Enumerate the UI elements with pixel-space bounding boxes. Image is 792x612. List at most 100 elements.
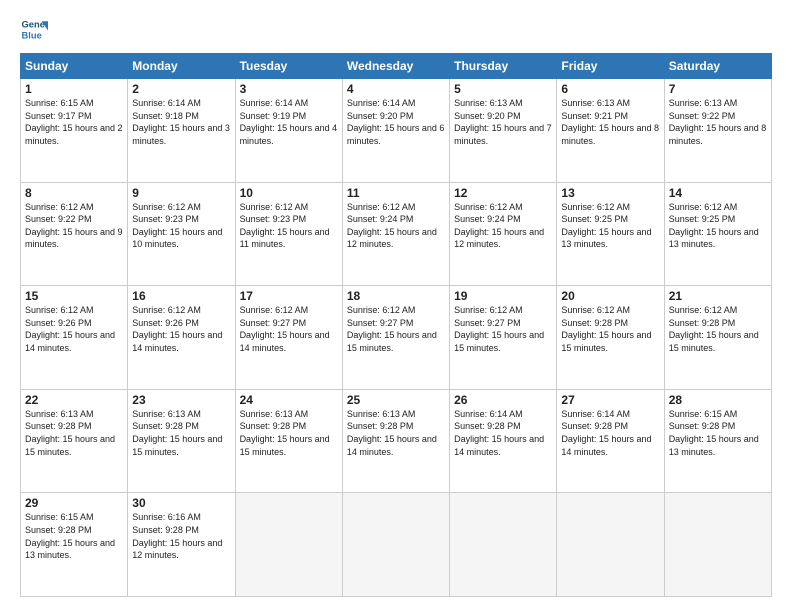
column-header-saturday: Saturday	[664, 54, 771, 79]
calendar-header-row: SundayMondayTuesdayWednesdayThursdayFrid…	[21, 54, 772, 79]
header: General Blue	[20, 15, 772, 43]
calendar-cell	[342, 493, 449, 597]
day-info: Sunrise: 6:15 AMSunset: 9:28 PMDaylight:…	[25, 511, 123, 561]
day-info: Sunrise: 6:12 AMSunset: 9:27 PMDaylight:…	[240, 304, 338, 354]
day-info: Sunrise: 6:14 AMSunset: 9:20 PMDaylight:…	[347, 97, 445, 147]
calendar-cell: 25Sunrise: 6:13 AMSunset: 9:28 PMDayligh…	[342, 389, 449, 493]
day-info: Sunrise: 6:12 AMSunset: 9:22 PMDaylight:…	[25, 201, 123, 251]
day-number: 22	[25, 393, 123, 407]
day-info: Sunrise: 6:12 AMSunset: 9:24 PMDaylight:…	[454, 201, 552, 251]
column-header-tuesday: Tuesday	[235, 54, 342, 79]
day-info: Sunrise: 6:14 AMSunset: 9:18 PMDaylight:…	[132, 97, 230, 147]
column-header-friday: Friday	[557, 54, 664, 79]
calendar-table: SundayMondayTuesdayWednesdayThursdayFrid…	[20, 53, 772, 597]
day-number: 10	[240, 186, 338, 200]
day-info: Sunrise: 6:14 AMSunset: 9:28 PMDaylight:…	[454, 408, 552, 458]
day-number: 1	[25, 82, 123, 96]
day-info: Sunrise: 6:13 AMSunset: 9:21 PMDaylight:…	[561, 97, 659, 147]
column-header-sunday: Sunday	[21, 54, 128, 79]
day-info: Sunrise: 6:15 AMSunset: 9:17 PMDaylight:…	[25, 97, 123, 147]
day-number: 27	[561, 393, 659, 407]
day-number: 24	[240, 393, 338, 407]
calendar-cell: 18Sunrise: 6:12 AMSunset: 9:27 PMDayligh…	[342, 286, 449, 390]
calendar-cell: 29Sunrise: 6:15 AMSunset: 9:28 PMDayligh…	[21, 493, 128, 597]
day-number: 12	[454, 186, 552, 200]
calendar-cell: 2Sunrise: 6:14 AMSunset: 9:18 PMDaylight…	[128, 79, 235, 183]
day-info: Sunrise: 6:12 AMSunset: 9:23 PMDaylight:…	[132, 201, 230, 251]
day-info: Sunrise: 6:13 AMSunset: 9:22 PMDaylight:…	[669, 97, 767, 147]
calendar-cell	[664, 493, 771, 597]
day-info: Sunrise: 6:14 AMSunset: 9:28 PMDaylight:…	[561, 408, 659, 458]
day-number: 8	[25, 186, 123, 200]
day-number: 21	[669, 289, 767, 303]
day-info: Sunrise: 6:15 AMSunset: 9:28 PMDaylight:…	[669, 408, 767, 458]
day-number: 3	[240, 82, 338, 96]
calendar-cell: 13Sunrise: 6:12 AMSunset: 9:25 PMDayligh…	[557, 182, 664, 286]
column-header-monday: Monday	[128, 54, 235, 79]
week-row-2: 8Sunrise: 6:12 AMSunset: 9:22 PMDaylight…	[21, 182, 772, 286]
calendar-body: 1Sunrise: 6:15 AMSunset: 9:17 PMDaylight…	[21, 79, 772, 597]
calendar-cell: 3Sunrise: 6:14 AMSunset: 9:19 PMDaylight…	[235, 79, 342, 183]
week-row-1: 1Sunrise: 6:15 AMSunset: 9:17 PMDaylight…	[21, 79, 772, 183]
day-number: 6	[561, 82, 659, 96]
calendar-cell: 12Sunrise: 6:12 AMSunset: 9:24 PMDayligh…	[450, 182, 557, 286]
week-row-3: 15Sunrise: 6:12 AMSunset: 9:26 PMDayligh…	[21, 286, 772, 390]
calendar-cell: 8Sunrise: 6:12 AMSunset: 9:22 PMDaylight…	[21, 182, 128, 286]
day-info: Sunrise: 6:13 AMSunset: 9:28 PMDaylight:…	[25, 408, 123, 458]
day-info: Sunrise: 6:12 AMSunset: 9:24 PMDaylight:…	[347, 201, 445, 251]
logo-icon: General Blue	[20, 15, 48, 43]
day-info: Sunrise: 6:12 AMSunset: 9:26 PMDaylight:…	[25, 304, 123, 354]
calendar-page: General Blue SundayMondayTuesdayWednesda…	[0, 0, 792, 612]
calendar-cell: 6Sunrise: 6:13 AMSunset: 9:21 PMDaylight…	[557, 79, 664, 183]
calendar-cell: 11Sunrise: 6:12 AMSunset: 9:24 PMDayligh…	[342, 182, 449, 286]
day-info: Sunrise: 6:12 AMSunset: 9:25 PMDaylight:…	[669, 201, 767, 251]
day-info: Sunrise: 6:12 AMSunset: 9:27 PMDaylight:…	[347, 304, 445, 354]
day-number: 5	[454, 82, 552, 96]
day-number: 13	[561, 186, 659, 200]
column-header-wednesday: Wednesday	[342, 54, 449, 79]
calendar-cell: 4Sunrise: 6:14 AMSunset: 9:20 PMDaylight…	[342, 79, 449, 183]
day-info: Sunrise: 6:12 AMSunset: 9:25 PMDaylight:…	[561, 201, 659, 251]
week-row-4: 22Sunrise: 6:13 AMSunset: 9:28 PMDayligh…	[21, 389, 772, 493]
calendar-cell: 27Sunrise: 6:14 AMSunset: 9:28 PMDayligh…	[557, 389, 664, 493]
calendar-cell: 19Sunrise: 6:12 AMSunset: 9:27 PMDayligh…	[450, 286, 557, 390]
calendar-cell: 7Sunrise: 6:13 AMSunset: 9:22 PMDaylight…	[664, 79, 771, 183]
day-number: 15	[25, 289, 123, 303]
day-info: Sunrise: 6:16 AMSunset: 9:28 PMDaylight:…	[132, 511, 230, 561]
calendar-cell: 17Sunrise: 6:12 AMSunset: 9:27 PMDayligh…	[235, 286, 342, 390]
day-number: 4	[347, 82, 445, 96]
logo: General Blue	[20, 15, 48, 43]
calendar-cell: 15Sunrise: 6:12 AMSunset: 9:26 PMDayligh…	[21, 286, 128, 390]
calendar-cell	[235, 493, 342, 597]
calendar-cell	[557, 493, 664, 597]
calendar-cell: 5Sunrise: 6:13 AMSunset: 9:20 PMDaylight…	[450, 79, 557, 183]
day-number: 28	[669, 393, 767, 407]
svg-text:Blue: Blue	[22, 30, 42, 40]
column-header-thursday: Thursday	[450, 54, 557, 79]
day-number: 30	[132, 496, 230, 510]
day-info: Sunrise: 6:12 AMSunset: 9:28 PMDaylight:…	[561, 304, 659, 354]
day-number: 23	[132, 393, 230, 407]
day-info: Sunrise: 6:14 AMSunset: 9:19 PMDaylight:…	[240, 97, 338, 147]
calendar-cell: 20Sunrise: 6:12 AMSunset: 9:28 PMDayligh…	[557, 286, 664, 390]
calendar-cell: 26Sunrise: 6:14 AMSunset: 9:28 PMDayligh…	[450, 389, 557, 493]
calendar-cell: 28Sunrise: 6:15 AMSunset: 9:28 PMDayligh…	[664, 389, 771, 493]
day-info: Sunrise: 6:13 AMSunset: 9:28 PMDaylight:…	[240, 408, 338, 458]
week-row-5: 29Sunrise: 6:15 AMSunset: 9:28 PMDayligh…	[21, 493, 772, 597]
day-info: Sunrise: 6:12 AMSunset: 9:28 PMDaylight:…	[669, 304, 767, 354]
day-number: 14	[669, 186, 767, 200]
day-number: 7	[669, 82, 767, 96]
calendar-cell: 22Sunrise: 6:13 AMSunset: 9:28 PMDayligh…	[21, 389, 128, 493]
calendar-cell: 30Sunrise: 6:16 AMSunset: 9:28 PMDayligh…	[128, 493, 235, 597]
calendar-cell: 9Sunrise: 6:12 AMSunset: 9:23 PMDaylight…	[128, 182, 235, 286]
day-number: 25	[347, 393, 445, 407]
calendar-cell: 23Sunrise: 6:13 AMSunset: 9:28 PMDayligh…	[128, 389, 235, 493]
calendar-cell: 24Sunrise: 6:13 AMSunset: 9:28 PMDayligh…	[235, 389, 342, 493]
calendar-cell: 14Sunrise: 6:12 AMSunset: 9:25 PMDayligh…	[664, 182, 771, 286]
calendar-cell: 10Sunrise: 6:12 AMSunset: 9:23 PMDayligh…	[235, 182, 342, 286]
day-info: Sunrise: 6:12 AMSunset: 9:27 PMDaylight:…	[454, 304, 552, 354]
calendar-cell: 21Sunrise: 6:12 AMSunset: 9:28 PMDayligh…	[664, 286, 771, 390]
calendar-cell: 16Sunrise: 6:12 AMSunset: 9:26 PMDayligh…	[128, 286, 235, 390]
day-info: Sunrise: 6:13 AMSunset: 9:28 PMDaylight:…	[132, 408, 230, 458]
day-info: Sunrise: 6:12 AMSunset: 9:23 PMDaylight:…	[240, 201, 338, 251]
